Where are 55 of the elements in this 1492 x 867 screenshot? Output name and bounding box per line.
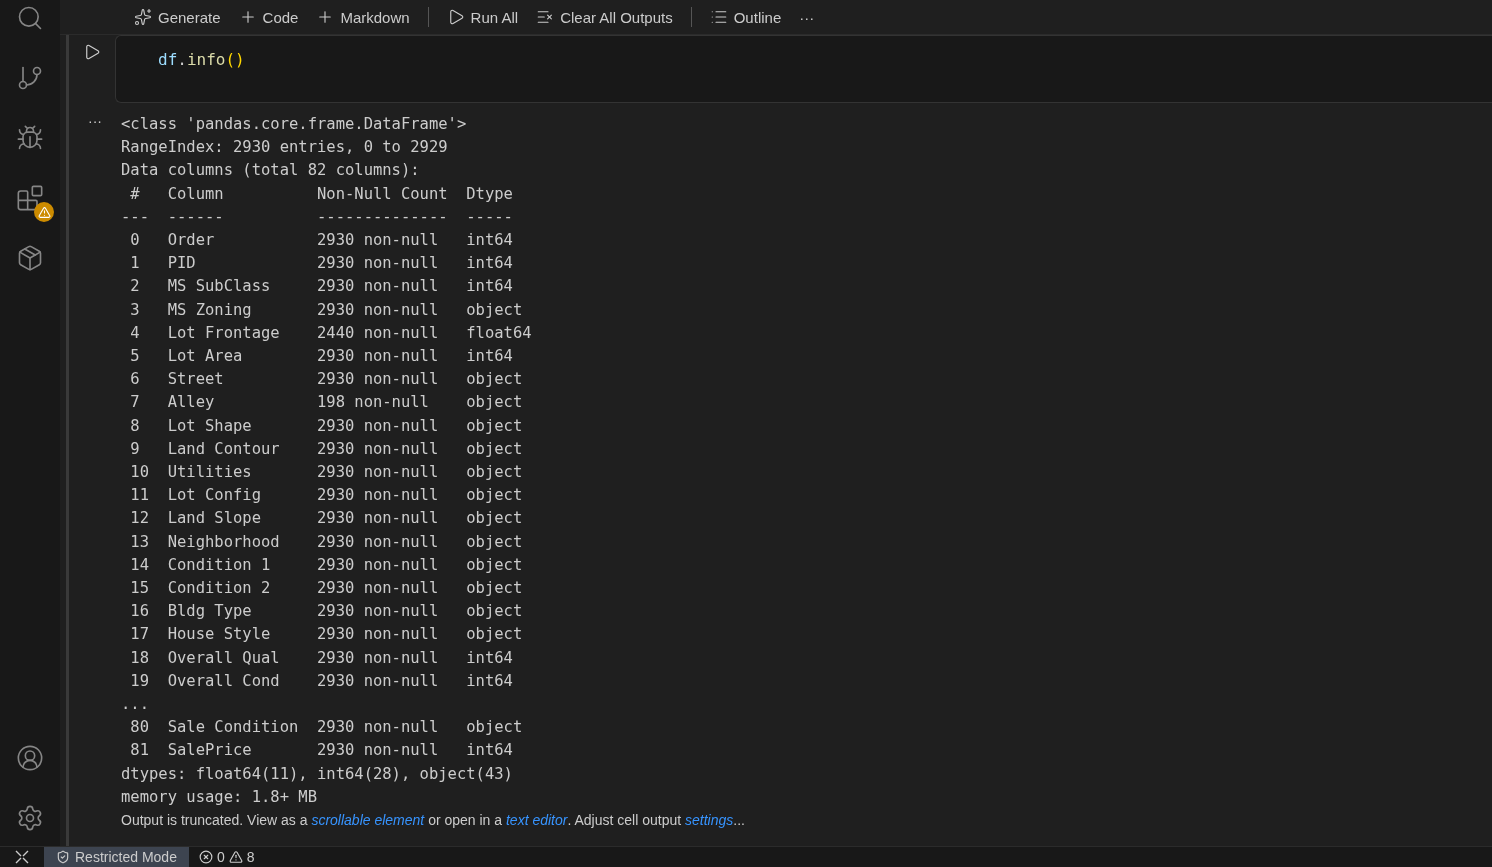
toolbar-button[interactable]: Code: [238, 8, 299, 26]
output-line: 16 Bldg Type 2930 non-null object: [129, 601, 524, 623]
output-line: memory usage: 1.8+ MB: [121, 786, 317, 808]
output-line: 9 Land Contour 2930 non-null object: [129, 438, 524, 460]
output-line: dtypes: float64(11), int64(28), object(43): [121, 763, 513, 785]
container-icon[interactable]: [16, 244, 44, 272]
output-line: 81 SalePrice 2930 non-null int64: [129, 740, 514, 762]
sparkle-icon: [134, 8, 152, 26]
output-line: 2 MS SubClass 2930 non-null int64: [129, 276, 514, 298]
output-line: 1 PID 2930 non-null int64: [129, 253, 514, 275]
toolbar-button[interactable]: Clear All Outputs: [536, 8, 673, 26]
search-icon[interactable]: [16, 4, 44, 32]
output-line: 80 Sale Condition 2930 non-null object: [129, 717, 524, 739]
output-line: 17 House Style 2930 non-null object: [129, 624, 524, 646]
output-line: 18 Overall Qual 2930 non-null int64: [129, 647, 514, 669]
output-line: 5 Lot Area 2930 non-null int64: [129, 346, 514, 368]
output-menu-button[interactable]: ···: [88, 113, 102, 129]
output-line: 12 Land Slope 2930 non-null object: [129, 508, 524, 530]
output-line: 4 Lot Frontage 2440 non-null float64: [129, 322, 532, 344]
output-line: 8 Lot Shape 2930 non-null object: [129, 415, 524, 437]
output-line: RangeIndex: 2930 entries, 0 to 2929: [121, 137, 448, 159]
output-line: <class 'pandas.core.frame.DataFrame'>: [121, 114, 467, 135]
output-line: # Column Non-Null Count Dtype: [129, 183, 514, 205]
more-button[interactable]: ···: [799, 8, 815, 26]
output-line: --- ------ -------------- -----: [121, 206, 514, 228]
output-line: 3 MS Zoning 2930 non-null object: [129, 299, 524, 321]
extensions-icon[interactable]: [16, 184, 44, 212]
output-line: 0 Order 2930 non-null int64: [129, 230, 514, 251]
output-line: 10 Utilities 2930 non-null object: [129, 462, 524, 484]
source-control-icon[interactable]: [16, 64, 44, 92]
clear-list-icon: [536, 8, 555, 26]
link[interactable]: text editor: [506, 812, 568, 829]
restricted-mode-indicator[interactable]: Restricted Mode: [44, 847, 189, 867]
run-debug-icon[interactable]: [16, 124, 44, 152]
output-line: 6 Street 2930 non-null object: [129, 369, 524, 391]
link[interactable]: scrollable element: [311, 812, 425, 829]
output-line: 19 Overall Cond 2930 non-null int64: [129, 670, 514, 692]
list-icon: [709, 8, 728, 26]
output-line: 15 Condition 2 2930 non-null object: [129, 578, 524, 600]
truncation-notice: Output is truncated. View as a scrollable element or open in a text editor. Adjust cell output settings...: [121, 811, 745, 831]
toolbar-button[interactable]: Run All: [446, 8, 519, 26]
output-line: 11 Lot Config 2930 non-null object: [129, 485, 524, 507]
account-icon[interactable]: [16, 744, 44, 772]
output-line: ...: [121, 694, 149, 716]
settings-icon[interactable]: [16, 804, 44, 832]
code-editor[interactable]: df.info(): [115, 35, 1492, 103]
output-line: Data columns (total 82 columns):: [121, 160, 420, 182]
output-line: 7 Alley 198 non-null object: [129, 392, 524, 414]
toolbar-button[interactable]: Generate: [134, 8, 221, 26]
toolbar-button[interactable]: Markdown: [316, 8, 410, 26]
problems-indicator[interactable]: 0 8: [188, 849, 265, 865]
toolbar-button[interactable]: Outline: [709, 8, 782, 26]
output-line: 14 Condition 1 2930 non-null object: [129, 554, 524, 576]
output-line: 13 Neighborhood 2930 non-null object: [129, 531, 524, 553]
link[interactable]: settings: [685, 812, 734, 829]
